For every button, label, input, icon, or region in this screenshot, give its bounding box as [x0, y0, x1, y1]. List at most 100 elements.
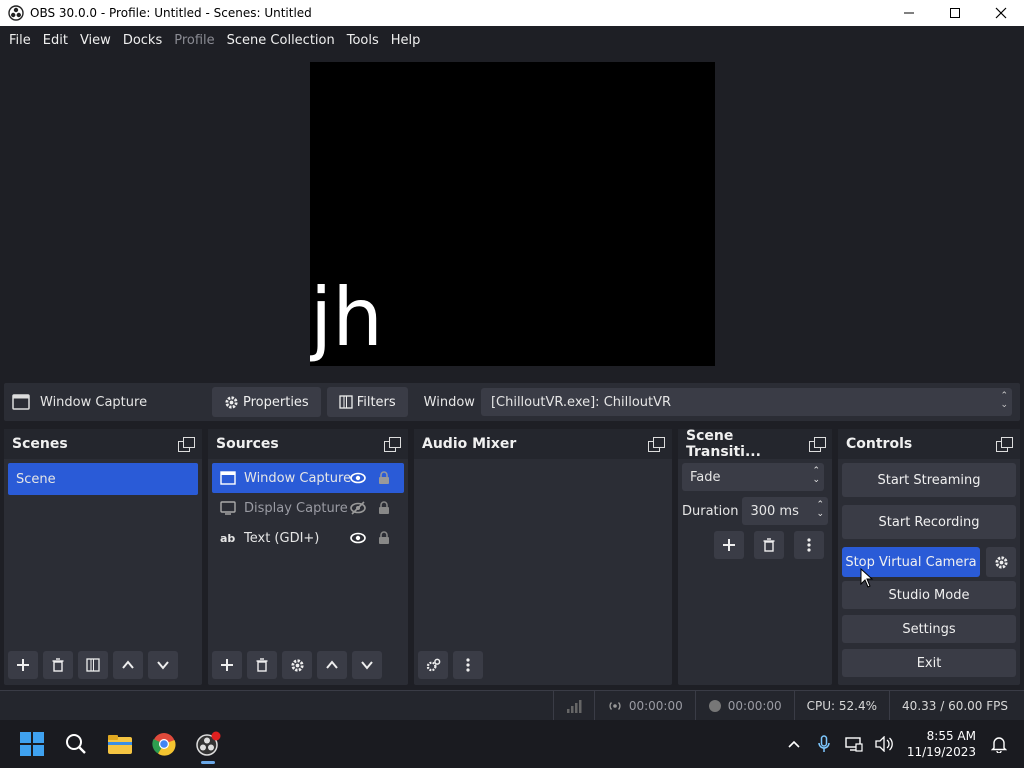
remove-source-button[interactable]: [247, 651, 277, 679]
menu-help[interactable]: Help: [386, 33, 426, 48]
notifications-button[interactable]: [984, 735, 1014, 753]
menu-docks[interactable]: Docks: [118, 33, 167, 48]
scene-transitions-dock: Scene Transiti... Fade ⌃ ⌄ Duration 300 m…: [678, 428, 832, 685]
show-hidden-icons-button[interactable]: [779, 739, 809, 749]
signal-bars-icon: [566, 699, 582, 713]
plus-icon: [221, 659, 233, 671]
taskbar-clock[interactable]: 8:55 AM 11/19/2023: [907, 728, 976, 760]
menu-view[interactable]: View: [75, 33, 116, 48]
minimize-button[interactable]: [886, 0, 932, 26]
gears-icon: [426, 658, 440, 671]
add-transition-button[interactable]: [714, 531, 744, 559]
more-vertical-icon: [466, 658, 470, 672]
undock-icon[interactable]: [178, 437, 195, 452]
search-icon: [66, 734, 86, 754]
obs-taskbar-button[interactable]: [186, 724, 230, 764]
mouse-cursor-icon: [860, 568, 874, 588]
window-label: Window: [423, 394, 475, 410]
title-bar: OBS 30.0.0 - Profile: Untitled - Scenes:…: [0, 0, 1024, 26]
audio-menu-button[interactable]: [453, 651, 483, 679]
source-properties-button[interactable]: [282, 651, 312, 679]
duration-input[interactable]: 300 ms ⌃ ⌄: [742, 497, 828, 525]
move-scene-up-button[interactable]: [113, 651, 143, 679]
source-item-label: Window Capture: [244, 470, 352, 486]
file-explorer-button[interactable]: [98, 724, 142, 764]
lock-icon[interactable]: [378, 471, 390, 485]
eye-hidden-icon[interactable]: [350, 501, 366, 515]
move-scene-down-button[interactable]: [148, 651, 178, 679]
menu-edit[interactable]: Edit: [38, 33, 73, 48]
network-button[interactable]: [839, 736, 869, 752]
scene-filters-button[interactable]: [78, 651, 108, 679]
start-streaming-button[interactable]: Start Streaming: [842, 463, 1016, 497]
spinner-icon[interactable]: ⌃ ⌄: [816, 501, 824, 519]
undock-icon[interactable]: [384, 437, 401, 452]
controls-dock: Controls Start Streaming Start Recording…: [838, 429, 1020, 685]
source-item-text-gdi[interactable]: ab Text (GDI+): [212, 523, 404, 553]
add-source-button[interactable]: [212, 651, 242, 679]
menu-profile[interactable]: Profile: [169, 33, 219, 48]
gear-icon: [290, 658, 304, 672]
chrome-button[interactable]: [142, 724, 186, 764]
scene-item-label: Scene: [16, 471, 56, 487]
move-source-down-button[interactable]: [352, 651, 382, 679]
text-icon: ab: [220, 531, 236, 545]
eye-icon[interactable]: [350, 532, 366, 544]
gear-icon: [225, 395, 238, 409]
scene-item[interactable]: Scene: [8, 463, 198, 495]
microphone-button[interactable]: [809, 735, 839, 753]
sources-dock: Sources Window Capture Display Capture a…: [208, 429, 408, 685]
plus-icon: [17, 659, 29, 671]
chrome-icon: [152, 733, 176, 756]
volume-button[interactable]: [869, 736, 899, 752]
chevron-down-icon: [157, 661, 169, 670]
window-icon: [220, 471, 236, 485]
lock-icon[interactable]: [378, 531, 390, 545]
menu-bar: File Edit View Docks Profile Scene Colle…: [0, 26, 1024, 54]
menu-scene-collection[interactable]: Scene Collection: [222, 33, 340, 48]
source-item-window-capture[interactable]: Window Capture: [212, 463, 404, 493]
start-recording-button[interactable]: Start Recording: [842, 505, 1016, 539]
window-icon: [12, 394, 30, 410]
minimize-icon: [904, 12, 914, 14]
chevron-up-icon: [122, 660, 134, 669]
move-source-up-button[interactable]: [317, 651, 347, 679]
stream-time: 00:00:00: [593, 691, 695, 720]
network-icon: [845, 737, 863, 752]
undock-icon[interactable]: [996, 437, 1013, 452]
settings-button[interactable]: Settings: [842, 615, 1016, 643]
undock-icon[interactable]: [648, 437, 665, 452]
search-button[interactable]: [54, 724, 98, 764]
filters-button[interactable]: Filters: [326, 387, 408, 417]
transition-menu-button[interactable]: [794, 531, 824, 559]
close-button[interactable]: [978, 0, 1024, 26]
clock-time: 8:55 AM: [926, 729, 976, 743]
lock-icon[interactable]: [378, 501, 390, 515]
plus-icon: [723, 539, 735, 551]
start-button[interactable]: [10, 724, 54, 764]
system-tray: 8:55 AM 11/19/2023: [779, 720, 1024, 768]
add-scene-button[interactable]: [8, 651, 38, 679]
source-item-display-capture[interactable]: Display Capture: [212, 493, 404, 523]
transition-select[interactable]: Fade ⌃ ⌄: [682, 463, 824, 491]
record-time-value: 00:00:00: [727, 698, 782, 713]
folder-icon: [108, 735, 132, 754]
preview-canvas[interactable]: jh: [310, 62, 715, 366]
record-icon: [708, 699, 721, 712]
window-select[interactable]: [ChilloutVR.exe]: ChilloutVR ⌃ ⌄: [480, 388, 1012, 416]
menu-tools[interactable]: Tools: [342, 33, 384, 48]
menu-file[interactable]: File: [4, 33, 36, 48]
window-select-value: [ChilloutVR.exe]: ChilloutVR: [490, 394, 672, 410]
maximize-button[interactable]: [932, 0, 978, 26]
source-item-label: Text (GDI+): [244, 530, 320, 546]
remove-scene-button[interactable]: [43, 651, 73, 679]
virtual-camera-settings-button[interactable]: [986, 547, 1016, 577]
eye-icon[interactable]: [350, 472, 366, 484]
audio-settings-button[interactable]: [418, 651, 448, 679]
properties-button[interactable]: Properties: [212, 387, 321, 417]
exit-button[interactable]: Exit: [842, 649, 1016, 677]
undock-icon[interactable]: [808, 437, 827, 452]
remove-transition-button[interactable]: [754, 531, 784, 559]
record-time: 00:00:00: [694, 691, 794, 720]
stream-time-value: 00:00:00: [628, 698, 683, 713]
